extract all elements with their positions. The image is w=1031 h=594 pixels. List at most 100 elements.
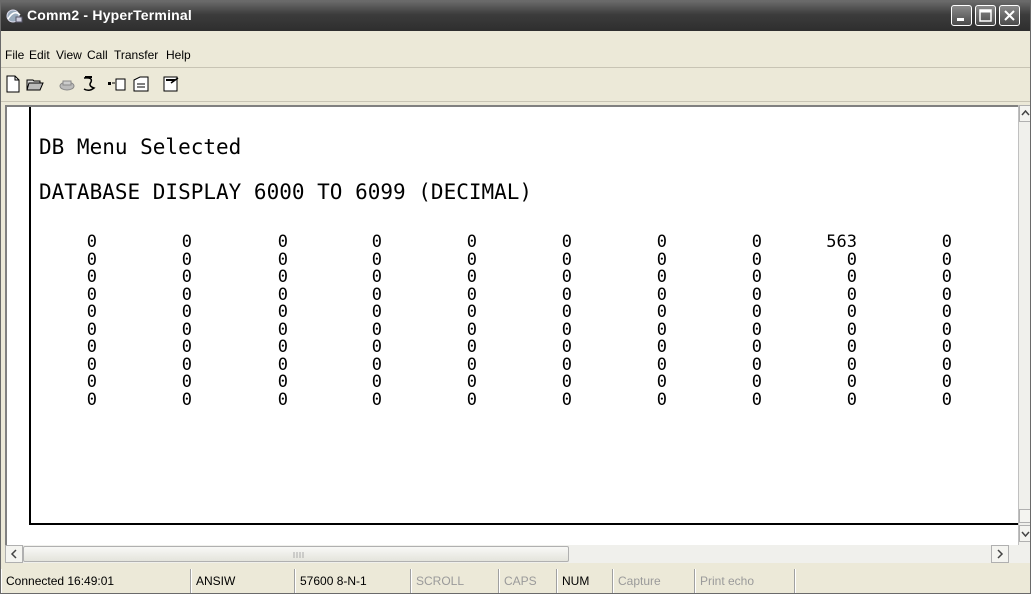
chevron-left-icon	[10, 549, 17, 559]
scroll-left-button[interactable]	[5, 545, 23, 563]
menu-file[interactable]: File	[5, 48, 24, 62]
db-value-cell: 0	[181, 354, 192, 375]
db-value-cell: 0	[846, 319, 857, 340]
db-value-cell: 0	[371, 267, 382, 287]
db-value-cell: 0	[86, 249, 97, 270]
status-bar: Connected 16:49:01 ANSIW 57600 8-N-1 SCR…	[1, 567, 1030, 593]
scroll-right-button[interactable]	[991, 545, 1009, 563]
maximize-button[interactable]	[975, 5, 996, 26]
properties-icon[interactable]	[161, 74, 181, 94]
db-value-cell: 0	[561, 302, 572, 322]
db-value-cell: 0	[656, 284, 667, 305]
open-icon[interactable]	[25, 74, 45, 94]
db-value-cell: 0	[656, 389, 667, 410]
db-value-cell: 0	[466, 302, 477, 322]
toolbar-separator	[1, 101, 1030, 102]
status-empty	[795, 569, 1030, 593]
title-bar[interactable]: Comm2 - HyperTerminal	[1, 1, 1030, 31]
db-value-cell: 0	[751, 267, 762, 287]
db-value-cell: 0	[941, 319, 952, 340]
status-capture: Capture	[613, 569, 695, 593]
disconnect-icon[interactable]	[57, 74, 77, 94]
chevron-right-icon	[997, 549, 1004, 559]
db-value-cell: 0	[561, 389, 572, 410]
status-connected: Connected 16:49:01	[1, 569, 191, 593]
db-value-cell: 563	[826, 232, 857, 252]
db-value-cell: 0	[846, 249, 857, 270]
db-value-cell: 0	[751, 302, 762, 322]
db-value-cell: 0	[466, 372, 477, 392]
db-value-cell: 0	[86, 354, 97, 375]
db-value-cell: 0	[277, 372, 288, 392]
db-value-cell: 0	[561, 354, 572, 375]
db-value-cell: 0	[86, 389, 97, 410]
menu-call[interactable]: Call	[87, 48, 108, 62]
db-value-cell: 0	[371, 372, 382, 392]
menu-transfer[interactable]: Transfer	[114, 48, 158, 62]
db-value-cell: 0	[181, 249, 192, 270]
db-value-cell: 0	[751, 319, 762, 340]
status-port: 57600 8-N-1	[295, 569, 411, 593]
db-value-cell: 0	[751, 232, 762, 252]
scroll-up-button[interactable]	[1019, 105, 1030, 122]
db-value-cell: 0	[86, 337, 97, 357]
db-value-cell: 0	[656, 337, 667, 357]
db-value-cell: 0	[277, 232, 288, 252]
minimize-button[interactable]	[951, 5, 972, 26]
status-caps: CAPS	[499, 569, 557, 593]
hyperterminal-window: Comm2 - HyperTerminal File Edit View Cal…	[0, 0, 1031, 594]
db-value-cell: 0	[561, 249, 572, 270]
terminal-line-1: DB Menu Selected	[39, 135, 242, 159]
db-value-cell: 0	[86, 302, 97, 322]
close-button[interactable]	[999, 5, 1020, 26]
db-value-cell: 0	[466, 232, 477, 252]
send-icon[interactable]	[107, 74, 127, 94]
scroll-thumb[interactable]	[1019, 509, 1030, 523]
terminal-line-2: DATABASE DISPLAY 6000 TO 6099 (DECIMAL)	[39, 180, 533, 204]
db-value-cell: 0	[941, 232, 952, 252]
minimize-icon	[957, 18, 964, 21]
scroll-down-button[interactable]	[1019, 525, 1030, 542]
db-value-cell: 0	[277, 389, 288, 410]
db-value-cell: 0	[371, 337, 382, 357]
db-value-cell: 0	[277, 249, 288, 270]
db-value-cell: 0	[86, 372, 97, 392]
db-value-cell: 0	[277, 337, 288, 357]
hyperterminal-app-icon	[6, 9, 23, 23]
dial-icon[interactable]	[79, 74, 99, 94]
db-value-cell: 0	[86, 284, 97, 305]
db-value-cell: 0	[371, 319, 382, 340]
db-value-cell: 0	[371, 232, 382, 252]
db-value-cell: 0	[561, 337, 572, 357]
receive-icon[interactable]	[131, 74, 151, 94]
menu-edit[interactable]: Edit	[29, 48, 50, 62]
menu-view[interactable]: View	[56, 48, 82, 62]
vertical-scrollbar[interactable]	[1018, 105, 1030, 545]
db-value-cell: 0	[86, 267, 97, 287]
window-title: Comm2 - HyperTerminal	[27, 7, 192, 23]
db-value-cell: 0	[277, 284, 288, 305]
db-value-cell: 0	[846, 267, 857, 287]
menu-help[interactable]: Help	[166, 48, 191, 62]
db-value-cell: 0	[277, 267, 288, 287]
db-value-cell: 0	[656, 302, 667, 322]
db-value-cell: 0	[181, 372, 192, 392]
db-value-cell: 0	[561, 319, 572, 340]
db-value-cell: 0	[371, 389, 382, 410]
terminal-area[interactable]: DB Menu Selected DATABASE DISPLAY 6000 T…	[5, 105, 1019, 545]
db-value-cell: 0	[941, 284, 952, 305]
db-value-cell: 0	[751, 372, 762, 392]
toolbar	[1, 71, 1030, 97]
horizontal-scroll-thumb[interactable]	[23, 546, 569, 562]
db-value-cell: 0	[751, 354, 762, 375]
db-value-cell: 0	[371, 354, 382, 375]
status-print-echo: Print echo	[695, 569, 795, 593]
new-icon[interactable]	[3, 74, 23, 94]
db-value-cell: 0	[846, 302, 857, 322]
db-value-cell: 0	[86, 319, 97, 340]
horizontal-scrollbar[interactable]	[5, 545, 1030, 563]
db-value-cell: 0	[656, 319, 667, 340]
db-value-cell: 0	[656, 267, 667, 287]
db-value-cell: 0	[181, 267, 192, 287]
db-value-cell: 0	[466, 319, 477, 340]
